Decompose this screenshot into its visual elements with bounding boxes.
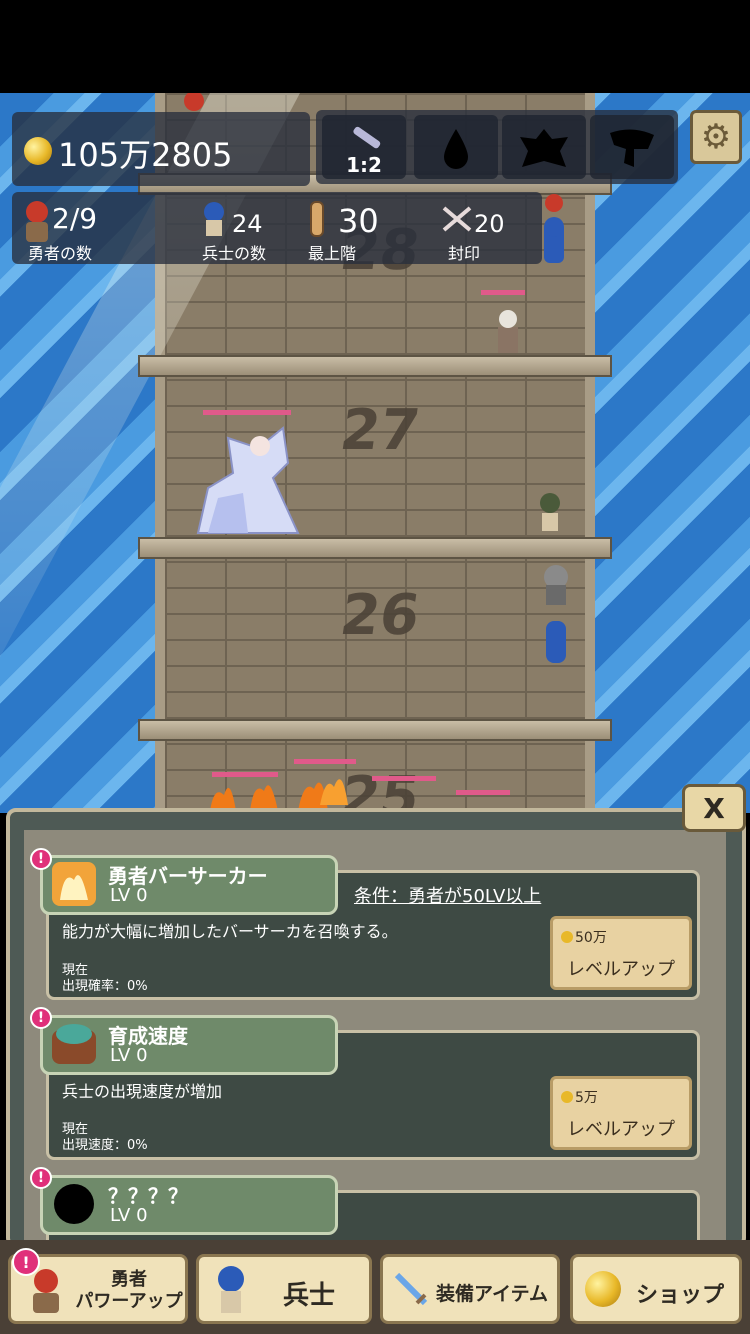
locked-slot[interactable] [590, 115, 674, 179]
sword-icon [353, 126, 381, 149]
tower-ledge [138, 537, 612, 559]
card-level: LV 0 [110, 885, 148, 906]
enemy-hp-bar [456, 790, 510, 795]
level-up-label: レベルアップ [567, 959, 675, 980]
card-condition: 条件：勇者が50LV以上 [354, 886, 542, 907]
level-up-button[interactable]: 50万 レベルアップ [550, 916, 692, 990]
beast-silhouette-icon [610, 129, 654, 167]
alert-badge: ! [12, 1248, 40, 1276]
unknown-icon [54, 1184, 94, 1224]
berserker-icon [52, 862, 96, 906]
crossed-swords-icon [442, 206, 472, 232]
soldier-tab-label: 兵士 [282, 1281, 335, 1311]
soldier-icon [218, 1266, 244, 1313]
coin-icon [561, 1091, 573, 1103]
shop-tab[interactable]: ショップ [570, 1254, 742, 1324]
top-floor: 30 [338, 202, 379, 240]
top-floor-label: 最上階 [308, 244, 357, 263]
close-button[interactable]: X [682, 784, 746, 832]
fire-enemies-sprite[interactable] [200, 765, 360, 813]
equipment-tab[interactable]: 装備アイテム [380, 1254, 560, 1324]
bottom-nav: 勇者 パワーアップ ! 兵士 装備アイテム ショップ [0, 1240, 750, 1334]
card-stat-heading: 現在 [62, 963, 89, 978]
enemy-hp-bar [203, 410, 291, 415]
floor-number: 27 [336, 398, 424, 463]
coin-icon [24, 137, 52, 165]
soldier-sprite [540, 493, 560, 531]
ice-queen-boss-sprite[interactable] [188, 418, 308, 538]
hero-count: 2/9 [52, 202, 98, 235]
seal-label: 封印 [448, 244, 481, 263]
cost-label: 50万 [575, 930, 607, 946]
card-description: 兵士の出現速度が増加 [62, 1082, 223, 1101]
soldier-count-label: 兵士の数 [202, 244, 267, 263]
floor-number: 26 [336, 583, 424, 648]
enemy-sprite[interactable] [488, 303, 528, 355]
stats-panel: 2/9 勇者の数 24 兵士の数 30 最上階 20 封印 [12, 192, 542, 264]
soldier-sprite [544, 194, 564, 263]
tower-ledge [138, 355, 612, 377]
enemy-hp-bar [294, 759, 356, 764]
card-level: LV 0 [110, 1205, 148, 1226]
tower-icon [310, 201, 324, 237]
monster-silhouette-icon [520, 129, 568, 167]
skill-slots: 1:2 [316, 110, 678, 184]
gold-panel: 105万2805 [12, 112, 310, 186]
hero-icon [26, 201, 48, 242]
status-bar [0, 0, 750, 93]
seal-count: 20 [474, 210, 505, 238]
locked-slot[interactable] [502, 115, 586, 179]
cost-label: 5万 [575, 1090, 598, 1106]
settings-button[interactable]: ⚙ [690, 110, 742, 164]
coin-icon [561, 931, 573, 943]
equipment-tab-label: 装備アイテム [435, 1283, 549, 1305]
card-stat-heading: 現在 [62, 1122, 89, 1137]
enemy-hp-bar [481, 290, 525, 295]
speed-label: 1:2 [346, 153, 382, 177]
level-up-label: レベルアップ [567, 1119, 675, 1140]
card-stat-line: 出現確率：0% [62, 979, 148, 994]
tower-ledge [138, 719, 612, 741]
sword-icon [394, 1272, 428, 1306]
card-level: LV 0 [110, 1045, 148, 1066]
alert-badge: ! [30, 1007, 52, 1029]
shop-tab-label: ショップ [635, 1283, 724, 1308]
soldier-icon [204, 202, 224, 236]
growth-icon [52, 1024, 96, 1064]
hero-power-up-line1: 勇者 [111, 1269, 147, 1290]
hero-power-up-line2: パワーアップ [75, 1291, 183, 1312]
card-stat-line: 出現速度：0% [62, 1138, 148, 1153]
hero-count-label: 勇者の数 [28, 244, 93, 263]
gear-icon: ⚙ [700, 117, 732, 157]
gold-amount: 105万2805 [58, 136, 233, 174]
coin-icon [585, 1271, 621, 1307]
locked-slot[interactable] [414, 115, 498, 179]
card-description: 能力が大幅に増加したバーサーカを召喚する。 [62, 922, 398, 941]
alert-badge: ! [30, 848, 52, 870]
speed-slot[interactable]: 1:2 [322, 115, 406, 179]
level-up-button[interactable]: 5万 レベルアップ [550, 1076, 692, 1150]
soldier-tab[interactable]: 兵士 [196, 1254, 372, 1324]
enemy-hp-bar [372, 776, 436, 781]
soldier-count: 24 [232, 210, 263, 238]
droplet-icon [444, 129, 468, 169]
soldier-sprite [544, 565, 568, 663]
alert-badge: ! [30, 1167, 52, 1189]
